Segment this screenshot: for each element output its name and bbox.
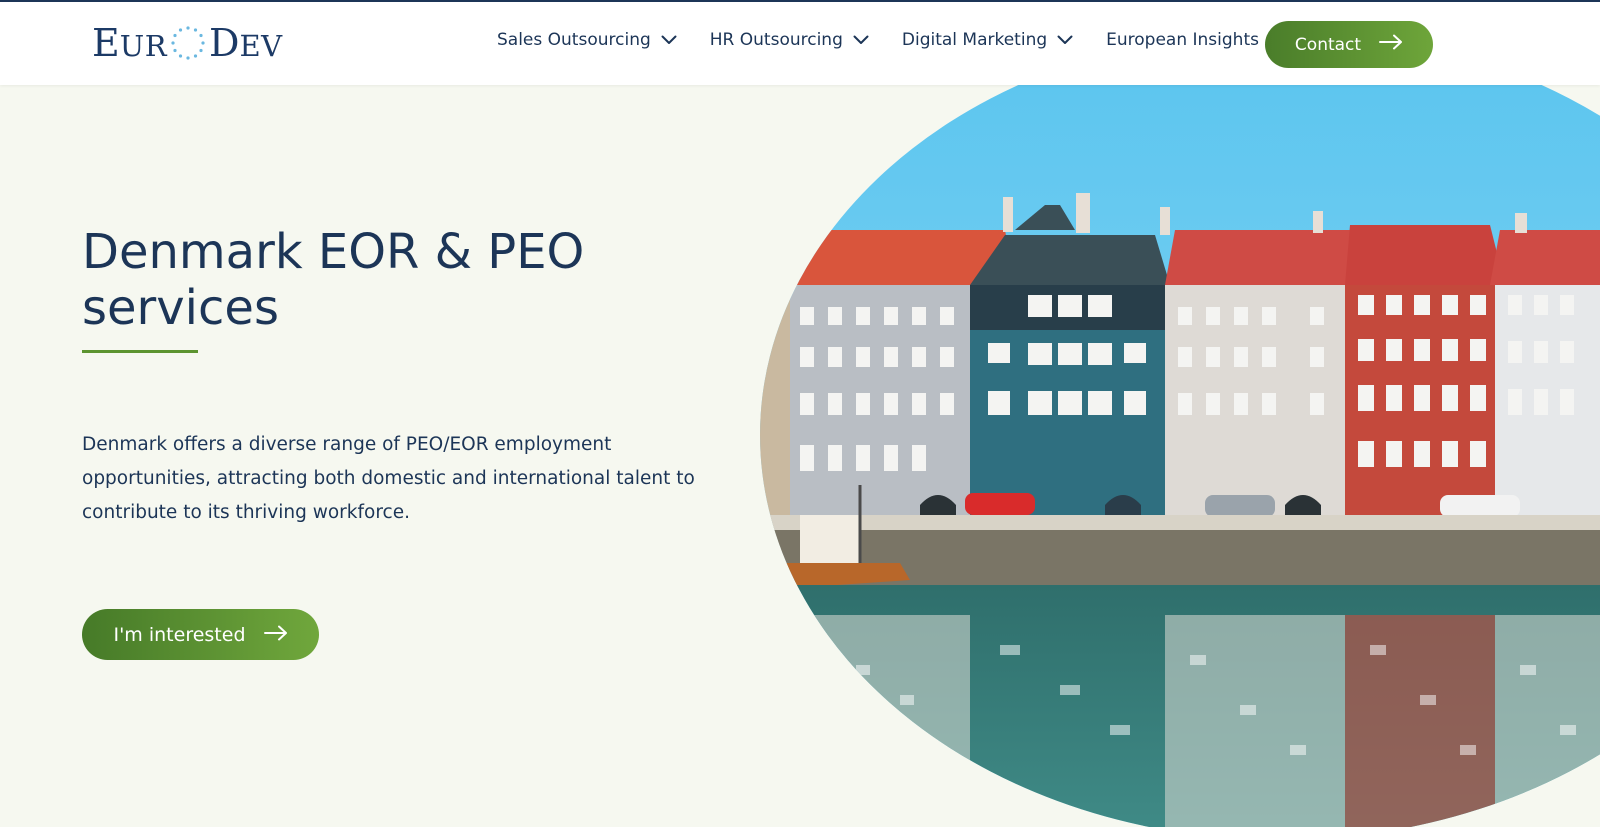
- nav-label: Digital Marketing: [901, 30, 1048, 50]
- hero-description: Denmark offers a diverse range of PEO/EO…: [82, 434, 695, 523]
- logo-letters-ev: EV: [239, 28, 283, 63]
- logo-letter-e: E: [92, 21, 120, 65]
- nyhavn-harbor-image: [760, 85, 1600, 827]
- logo-letter-d: D: [209, 21, 240, 65]
- contact-button[interactable]: Contact: [1265, 21, 1433, 68]
- chevron-down-icon: [661, 30, 677, 50]
- nav-sales-outsourcing[interactable]: Sales Outsourcing: [497, 30, 677, 50]
- logo-letters-ur: UR: [119, 28, 168, 63]
- nav-label: Sales Outsourcing: [497, 30, 651, 50]
- im-interested-button[interactable]: I'm interested: [82, 609, 319, 660]
- chevron-down-icon: [853, 30, 869, 50]
- chevron-down-icon: [1057, 30, 1073, 50]
- logo-stars-icon: [171, 26, 205, 60]
- arrow-right-icon: [263, 624, 288, 646]
- nav-label: European Insights: [1106, 30, 1259, 50]
- cta-label: I'm interested: [113, 623, 246, 646]
- nav-label: HR Outsourcing: [709, 30, 843, 50]
- site-header: E UR D EV Sales Outsourcing HR Outsourci…: [0, 0, 1600, 85]
- nav-digital-marketing[interactable]: Digital Marketing: [902, 30, 1073, 50]
- main-nav: Sales Outsourcing HR Outsourcing Digital…: [497, 30, 1292, 50]
- title-underline: [82, 350, 198, 353]
- arrow-right-icon: [1379, 34, 1403, 55]
- nav-european-insights[interactable]: European Insights: [1106, 30, 1259, 50]
- eurodev-logo[interactable]: E UR D EV: [92, 24, 283, 62]
- nav-hr-outsourcing[interactable]: HR Outsourcing: [710, 30, 869, 50]
- contact-label: Contact: [1294, 34, 1362, 55]
- page-title: Denmark EOR & PEO services: [82, 224, 585, 336]
